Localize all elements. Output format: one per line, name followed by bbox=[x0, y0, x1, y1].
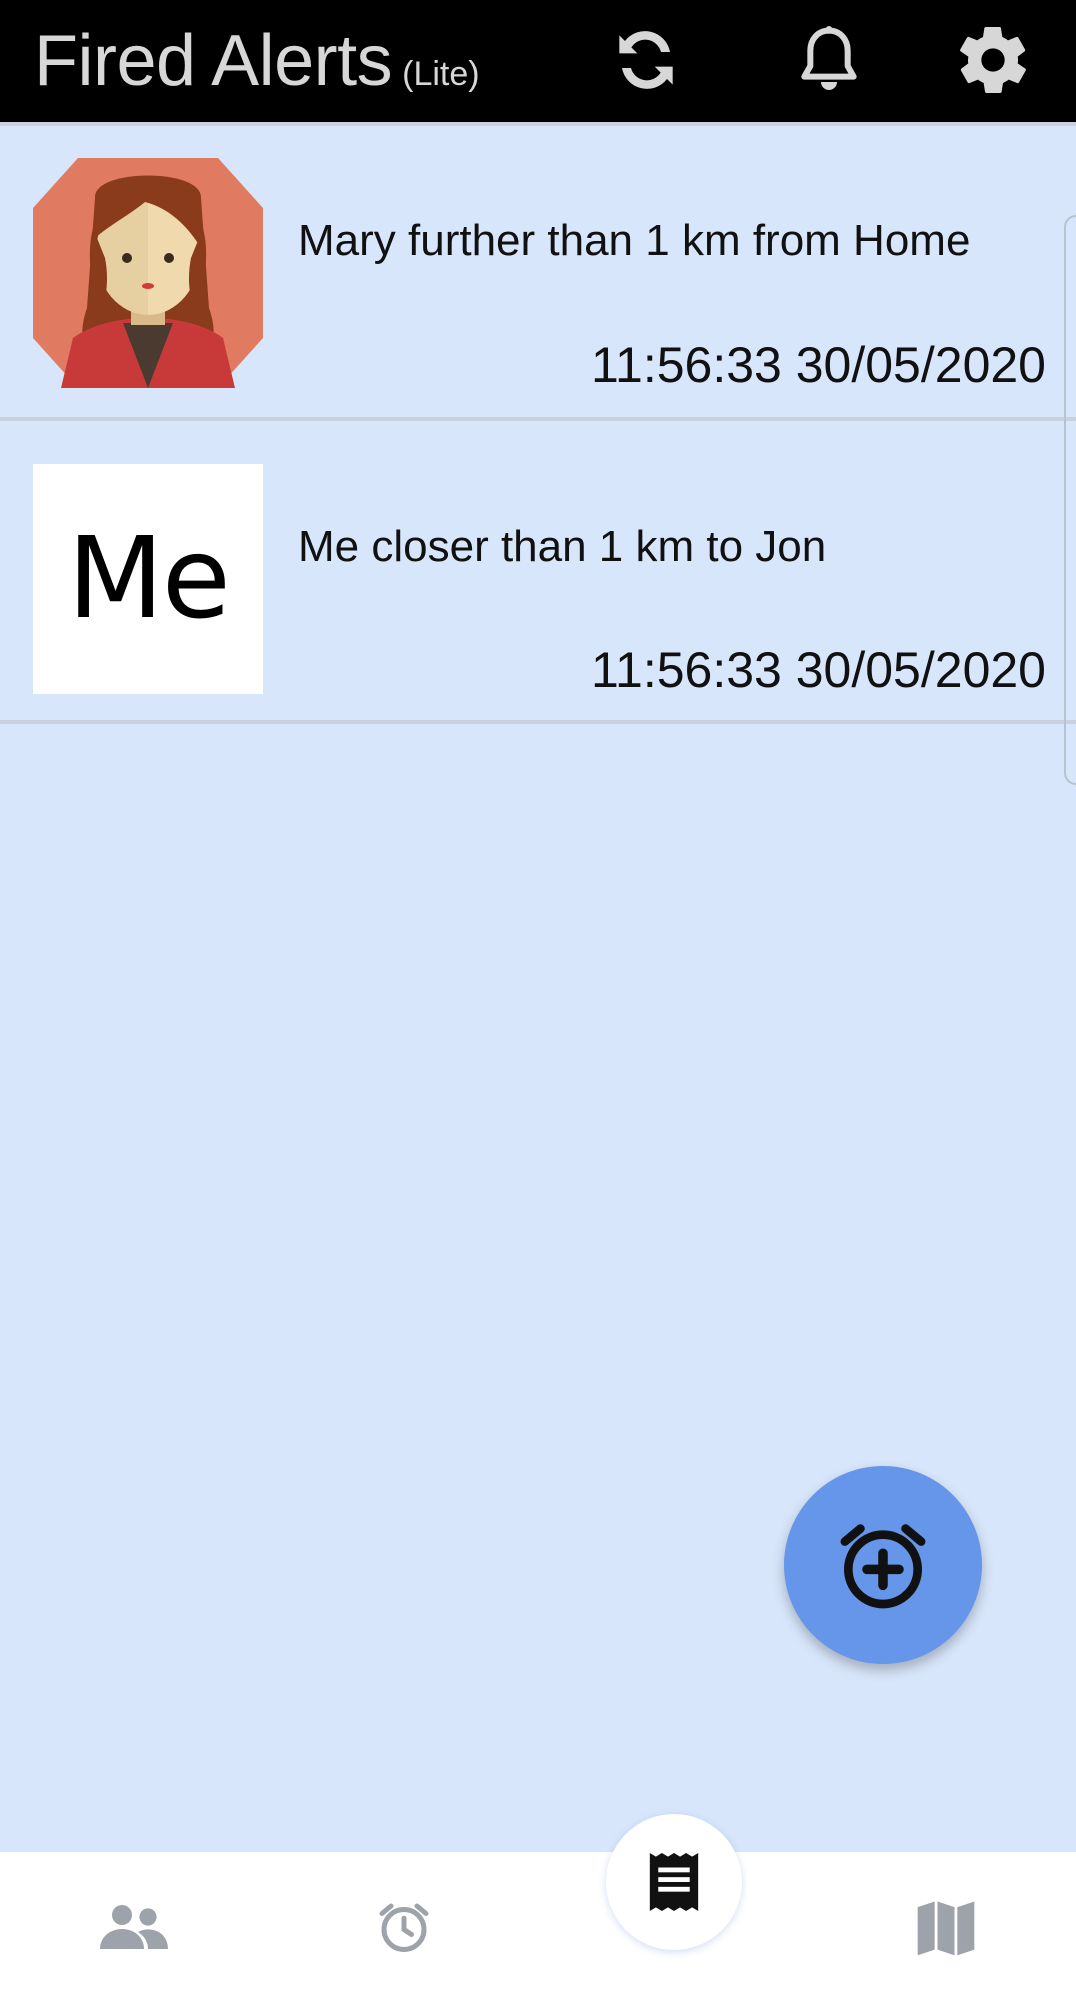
fired-alerts-screen: Fired Alerts (Lite) Mary further than 1 … bbox=[0, 0, 1076, 1989]
gear-icon[interactable] bbox=[953, 20, 1033, 100]
people-icon[interactable] bbox=[94, 1892, 174, 1962]
alert-list-item[interactable]: Me Me closer than 1 km to Jon 11:56:33 3… bbox=[0, 425, 1076, 724]
alert-time: 11:56:33 30/05/2020 bbox=[590, 642, 1046, 698]
scroll-edge bbox=[1064, 215, 1076, 785]
receipt-icon bbox=[649, 1853, 699, 1911]
me-avatar: Me bbox=[33, 464, 263, 694]
refresh-icon[interactable] bbox=[606, 20, 686, 100]
alert-message: Mary further than 1 km from Home bbox=[298, 216, 971, 265]
map-icon[interactable] bbox=[906, 1892, 986, 1962]
title-text: Fired Alerts bbox=[34, 21, 393, 101]
woman-avatar bbox=[33, 158, 263, 388]
alert-message: Me closer than 1 km to Jon bbox=[298, 522, 827, 571]
alert-time: 11:56:33 30/05/2020 bbox=[590, 337, 1046, 393]
receipt-nav-button[interactable] bbox=[606, 1814, 742, 1950]
bell-icon[interactable] bbox=[789, 20, 869, 100]
add-alarm-button[interactable] bbox=[784, 1466, 982, 1664]
alarm-icon[interactable] bbox=[364, 1892, 444, 1962]
alert-list-item[interactable]: Mary further than 1 km from Home 11:56:3… bbox=[0, 122, 1076, 421]
alarm-add-icon bbox=[840, 1524, 926, 1609]
title-subtitle: (Lite) bbox=[402, 55, 480, 93]
app-header: Fired Alerts (Lite) bbox=[0, 0, 1076, 122]
page-title: Fired Alerts (Lite) bbox=[34, 16, 480, 106]
